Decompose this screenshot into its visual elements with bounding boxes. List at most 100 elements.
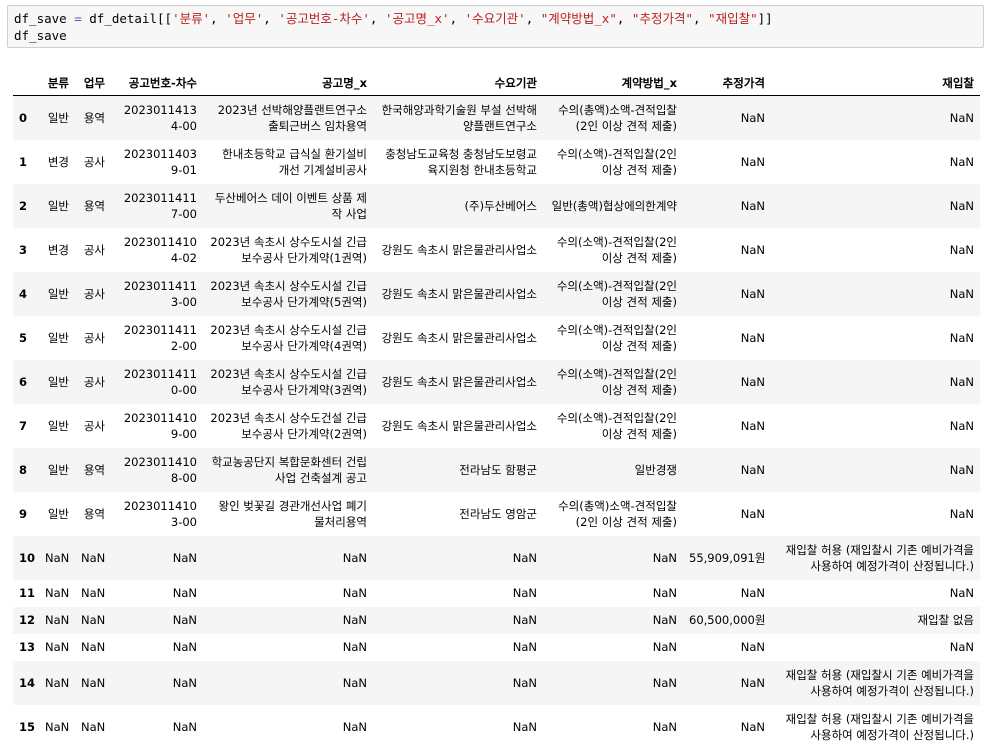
column-header: 분류 bbox=[39, 70, 75, 96]
table-cell: NaN bbox=[652, 640, 677, 654]
table-cell: NaN bbox=[740, 286, 765, 301]
table-cell: 일반 bbox=[47, 462, 69, 477]
table-cell: NaN bbox=[949, 374, 974, 389]
table-cell: 수의(소액)-견적입찰(2인 이상 견적 제출) bbox=[556, 146, 677, 177]
table-cell: 강원도 속초시 맑은물관리사업소 bbox=[381, 330, 537, 345]
table-cell: 수의(총액)소액-견적입찰(2인 이상 견적 제출) bbox=[558, 102, 677, 133]
code-close-bracket: ]] bbox=[757, 11, 773, 26]
table-row: 10 NaN NaN NaN NaN NaN NaN 55,909,091원 재입찰 허용 (재… bbox=[13, 535, 980, 580]
table-cell: 일반 bbox=[47, 418, 69, 433]
table-cell: 55,909,091원 bbox=[689, 550, 766, 565]
table-cell: NaN bbox=[45, 550, 70, 565]
table-cell: 공사 bbox=[83, 374, 105, 389]
table-cell: 20230114110-00 bbox=[123, 366, 197, 397]
table-cell: NaN bbox=[740, 719, 765, 734]
table-row: 9 일반 용역 20230114103-00 왕인 벚꽃길 경관개선사업 폐기물처리용역… bbox=[13, 492, 980, 536]
table-row: 6 일반 공사 20230114110-00 2023년 속초시 상수도시설 긴급 보수… bbox=[13, 359, 980, 404]
table-cell: 일반 bbox=[47, 110, 69, 125]
table-cell: 용역 bbox=[83, 506, 105, 521]
table-cell: NaN bbox=[172, 675, 197, 690]
code-column-string: "추정가격" bbox=[631, 11, 693, 26]
table-cell: NaN bbox=[342, 586, 367, 600]
table-row: 2 일반 용역 20230114117-00 두산베어스 데이 이벤트 상품 제작 사업… bbox=[13, 183, 980, 228]
code-column-string: '업무' bbox=[225, 11, 264, 26]
table-cell: NaN bbox=[342, 550, 367, 565]
table-cell: 충청남도교육청 충청남도보령교육지원청 한내초등학교 bbox=[385, 146, 537, 177]
table-header: 분류 업무 공고번호-차수 공고명_x 수요기관 계약방법_x 추정가격 재입찰 bbox=[13, 70, 980, 96]
table-cell: 재입찰 허용 (재입찰시 기존 예비가격을 사용하여 예정가격이 산정됩니다.) bbox=[785, 542, 974, 573]
table-cell: 20230114104-02 bbox=[123, 234, 197, 265]
table-cell: NaN bbox=[740, 374, 765, 389]
table-cell: NaN bbox=[740, 462, 765, 477]
table-cell: NaN bbox=[172, 586, 197, 600]
code-assign-op: = bbox=[66, 11, 90, 26]
row-index: 10 bbox=[19, 550, 36, 565]
column-header: 수요기관 bbox=[373, 70, 543, 96]
table-cell: NaN bbox=[949, 640, 974, 654]
table-cell: 강원도 속초시 맑은물관리사업소 bbox=[381, 418, 537, 433]
row-index: 13 bbox=[19, 640, 36, 654]
table-body: 0 일반 용역 20230114134-00 2023년 선박해양플랜트연구소 출퇴근버… bbox=[13, 95, 980, 749]
row-index: 0 bbox=[19, 110, 28, 125]
table-cell: 두산베어스 데이 이벤트 상품 제작 사업 bbox=[214, 190, 367, 221]
table-cell: NaN bbox=[512, 675, 537, 690]
table-cell: 한국해양과학기술원 부설 선박해양플랜트연구소 bbox=[381, 102, 537, 133]
table-cell: 수의(소액)-견적입찰(2인 이상 견적 제출) bbox=[556, 234, 677, 265]
table-cell: NaN bbox=[172, 550, 197, 565]
table-cell: NaN bbox=[652, 719, 677, 734]
table-cell: NaN bbox=[81, 550, 106, 565]
code-column-string: '분류' bbox=[172, 11, 211, 26]
table-cell: 일반경쟁 bbox=[634, 462, 677, 477]
column-header: 계약방법_x bbox=[543, 70, 683, 96]
table-row: 11 NaN NaN NaN NaN NaN NaN NaN NaN bbox=[13, 580, 980, 607]
table-cell: 강원도 속초시 맑은물관리사업소 bbox=[381, 374, 537, 389]
table-cell: NaN bbox=[342, 640, 367, 654]
table-cell: 전라남도 영암군 bbox=[459, 506, 537, 521]
code-column-string: "재입찰" bbox=[708, 11, 758, 26]
table-cell: NaN bbox=[172, 640, 197, 654]
table-cell: NaN bbox=[740, 198, 765, 213]
table-cell: 한내초등학교 급식실 환기설비 개선 기계설비공사 bbox=[222, 146, 367, 177]
table-cell: 변경 bbox=[47, 242, 69, 257]
table-row: 8 일반 용역 20230114108-00 학교농공단지 복합문화센터 건립사업 건축… bbox=[13, 447, 980, 492]
table-row: 13 NaN NaN NaN NaN NaN NaN NaN NaN bbox=[13, 634, 980, 661]
table-cell: 20230114113-00 bbox=[123, 278, 197, 309]
table-cell: (주)두산베어스 bbox=[464, 198, 537, 213]
row-index: 12 bbox=[19, 613, 36, 627]
code-column-string: '공고번호-차수' bbox=[278, 11, 370, 26]
table-cell: NaN bbox=[652, 675, 677, 690]
table-cell: 2023년 속초시 상수도건설 긴급 보수공사 단가계약(2권역) bbox=[210, 410, 367, 441]
code-input-cell[interactable]: df_save = df_detail[['분류', '업무', '공고번호-차… bbox=[7, 5, 984, 48]
table-cell: NaN bbox=[949, 198, 974, 213]
table-cell: 공사 bbox=[83, 286, 105, 301]
table-cell: 20230114039-01 bbox=[123, 146, 197, 177]
row-index: 8 bbox=[19, 462, 28, 477]
table-cell: NaN bbox=[512, 640, 537, 654]
code-separator: , bbox=[449, 11, 465, 26]
table-cell: 20230114108-00 bbox=[123, 454, 197, 485]
table-cell: 20230114134-00 bbox=[123, 102, 197, 133]
table-row: 4 일반 공사 20230114113-00 2023년 속초시 상수도시설 긴급 보수… bbox=[13, 271, 980, 316]
table-cell: NaN bbox=[740, 330, 765, 345]
table-cell: NaN bbox=[81, 586, 106, 600]
table-cell: NaN bbox=[949, 154, 974, 169]
table-row: 14 NaN NaN NaN NaN NaN NaN NaN 재입찰 허용 (재입찰시 기존 예… bbox=[13, 660, 980, 705]
table-cell: 공사 bbox=[83, 330, 105, 345]
table-cell: 재입찰 없음 bbox=[917, 613, 974, 627]
table-cell: NaN bbox=[740, 110, 765, 125]
table-cell: NaN bbox=[342, 675, 367, 690]
table-row: 1 변경 공사 20230114039-01 한내초등학교 급식실 환기설비 개선 기계… bbox=[13, 140, 980, 184]
row-index: 2 bbox=[19, 198, 28, 213]
table-cell: 공사 bbox=[83, 418, 105, 433]
table-cell: NaN bbox=[652, 550, 677, 565]
table-cell: 재입찰 허용 (재입찰시 기존 예비가격을 사용하여 예정가격이 산정됩니다.) bbox=[785, 711, 974, 742]
table-cell: NaN bbox=[949, 462, 974, 477]
table-cell: 용역 bbox=[83, 198, 105, 213]
row-index: 9 bbox=[19, 506, 28, 521]
table-cell: NaN bbox=[45, 675, 70, 690]
table-cell: 20230114109-00 bbox=[123, 410, 197, 441]
header-row: 분류 업무 공고번호-차수 공고명_x 수요기관 계약방법_x 추정가격 재입찰 bbox=[13, 70, 980, 96]
column-header: 재입찰 bbox=[771, 70, 980, 96]
table-cell: NaN bbox=[512, 586, 537, 600]
column-header: 공고번호-차수 bbox=[111, 70, 203, 96]
